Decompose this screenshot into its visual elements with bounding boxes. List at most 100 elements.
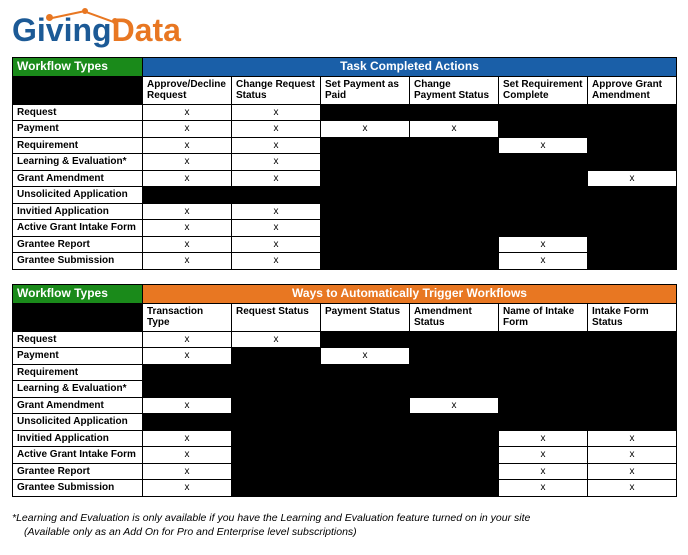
data-cell: x	[410, 397, 499, 414]
data-cell	[588, 137, 677, 154]
data-cell: x	[143, 480, 232, 497]
row-label: Grantee Submission	[13, 480, 143, 497]
data-cell	[410, 348, 499, 365]
data-cell	[232, 430, 321, 447]
data-cell: x	[499, 463, 588, 480]
data-cell	[321, 331, 410, 348]
data-cell: x	[143, 331, 232, 348]
table1-col-1: Change Request Status	[232, 76, 321, 104]
data-cell	[232, 381, 321, 398]
table1-col-4: Set Requirement Complete	[499, 76, 588, 104]
table-row: Grantee Reportxxx	[13, 236, 677, 253]
data-cell	[588, 203, 677, 220]
data-cell	[143, 381, 232, 398]
data-cell: x	[321, 348, 410, 365]
table-row: Grant Amendmentxxx	[13, 170, 677, 187]
table-row: Requestxx	[13, 104, 677, 121]
table-row: Learning & Evaluation*	[13, 381, 677, 398]
data-cell	[499, 187, 588, 204]
data-cell	[499, 331, 588, 348]
data-cell	[410, 104, 499, 121]
data-cell	[232, 187, 321, 204]
data-cell	[588, 414, 677, 431]
row-label: Unsolicited Application	[13, 187, 143, 204]
footnote: *Learning and Evaluation is only availab…	[12, 511, 676, 539]
data-cell	[232, 480, 321, 497]
table-row: Active Grant Intake Formxx	[13, 220, 677, 237]
data-cell	[499, 154, 588, 171]
table2-col-5: Intake Form Status	[588, 303, 677, 331]
table2-col-0: Transaction Type	[143, 303, 232, 331]
data-cell	[143, 364, 232, 381]
data-cell	[410, 480, 499, 497]
data-cell	[232, 447, 321, 464]
table1-column-header-row: Approve/Decline Request Change Request S…	[13, 76, 677, 104]
row-label: Learning & Evaluation*	[13, 381, 143, 398]
data-cell: x	[143, 253, 232, 270]
table1-col-3: Change Payment Status	[410, 76, 499, 104]
table2-blank-corner	[13, 303, 143, 331]
data-cell	[232, 364, 321, 381]
row-label: Request	[13, 104, 143, 121]
table-task-completed-actions: Workflow Types Task Completed Actions Ap…	[12, 57, 677, 270]
footnote-line-2: (Available only as an Add On for Pro and…	[12, 525, 676, 539]
data-cell: x	[143, 236, 232, 253]
table-row: Invitied Applicationxx	[13, 203, 677, 220]
data-cell	[232, 463, 321, 480]
data-cell: x	[143, 348, 232, 365]
data-cell	[410, 364, 499, 381]
data-cell	[499, 364, 588, 381]
data-cell	[588, 220, 677, 237]
data-cell	[410, 463, 499, 480]
data-cell: x	[588, 463, 677, 480]
data-cell	[410, 381, 499, 398]
data-cell	[499, 381, 588, 398]
data-cell	[410, 236, 499, 253]
row-label: Grant Amendment	[13, 397, 143, 414]
data-cell	[588, 348, 677, 365]
table-row: Learning & Evaluation*xx	[13, 154, 677, 171]
data-cell	[499, 170, 588, 187]
data-cell	[410, 253, 499, 270]
data-cell	[321, 236, 410, 253]
row-label: Request	[13, 331, 143, 348]
data-cell: x	[143, 430, 232, 447]
data-cell	[321, 253, 410, 270]
data-cell: x	[232, 203, 321, 220]
table2-column-header-row: Transaction Type Request Status Payment …	[13, 303, 677, 331]
data-cell	[410, 203, 499, 220]
data-cell	[588, 331, 677, 348]
data-cell: x	[143, 104, 232, 121]
table-row: Requestxx	[13, 331, 677, 348]
data-cell	[410, 170, 499, 187]
data-cell	[410, 447, 499, 464]
table1-col-5: Approve Grant Amendment	[588, 76, 677, 104]
logo: GivingData	[12, 12, 232, 49]
table1-blank-corner	[13, 76, 143, 104]
table2-col-1: Request Status	[232, 303, 321, 331]
table1-corner-header: Workflow Types	[13, 58, 143, 77]
row-label: Active Grant Intake Form	[13, 220, 143, 237]
data-cell: x	[232, 170, 321, 187]
row-label: Invitied Application	[13, 203, 143, 220]
row-label: Learning & Evaluation*	[13, 154, 143, 171]
row-label: Active Grant Intake Form	[13, 447, 143, 464]
data-cell	[321, 414, 410, 431]
data-cell	[321, 463, 410, 480]
table-row: Unsolicited Application	[13, 414, 677, 431]
table-row: Grantee Reportxxx	[13, 463, 677, 480]
data-cell: x	[232, 154, 321, 171]
data-cell	[588, 104, 677, 121]
data-cell	[143, 414, 232, 431]
data-cell: x	[588, 430, 677, 447]
data-cell: x	[232, 236, 321, 253]
data-cell: x	[588, 170, 677, 187]
row-label: Payment	[13, 121, 143, 138]
data-cell: x	[232, 121, 321, 138]
data-cell	[321, 397, 410, 414]
table2-col-3: Amendment Status	[410, 303, 499, 331]
data-cell: x	[143, 170, 232, 187]
data-cell	[410, 220, 499, 237]
row-label: Invitied Application	[13, 430, 143, 447]
table-row: Paymentxxxx	[13, 121, 677, 138]
